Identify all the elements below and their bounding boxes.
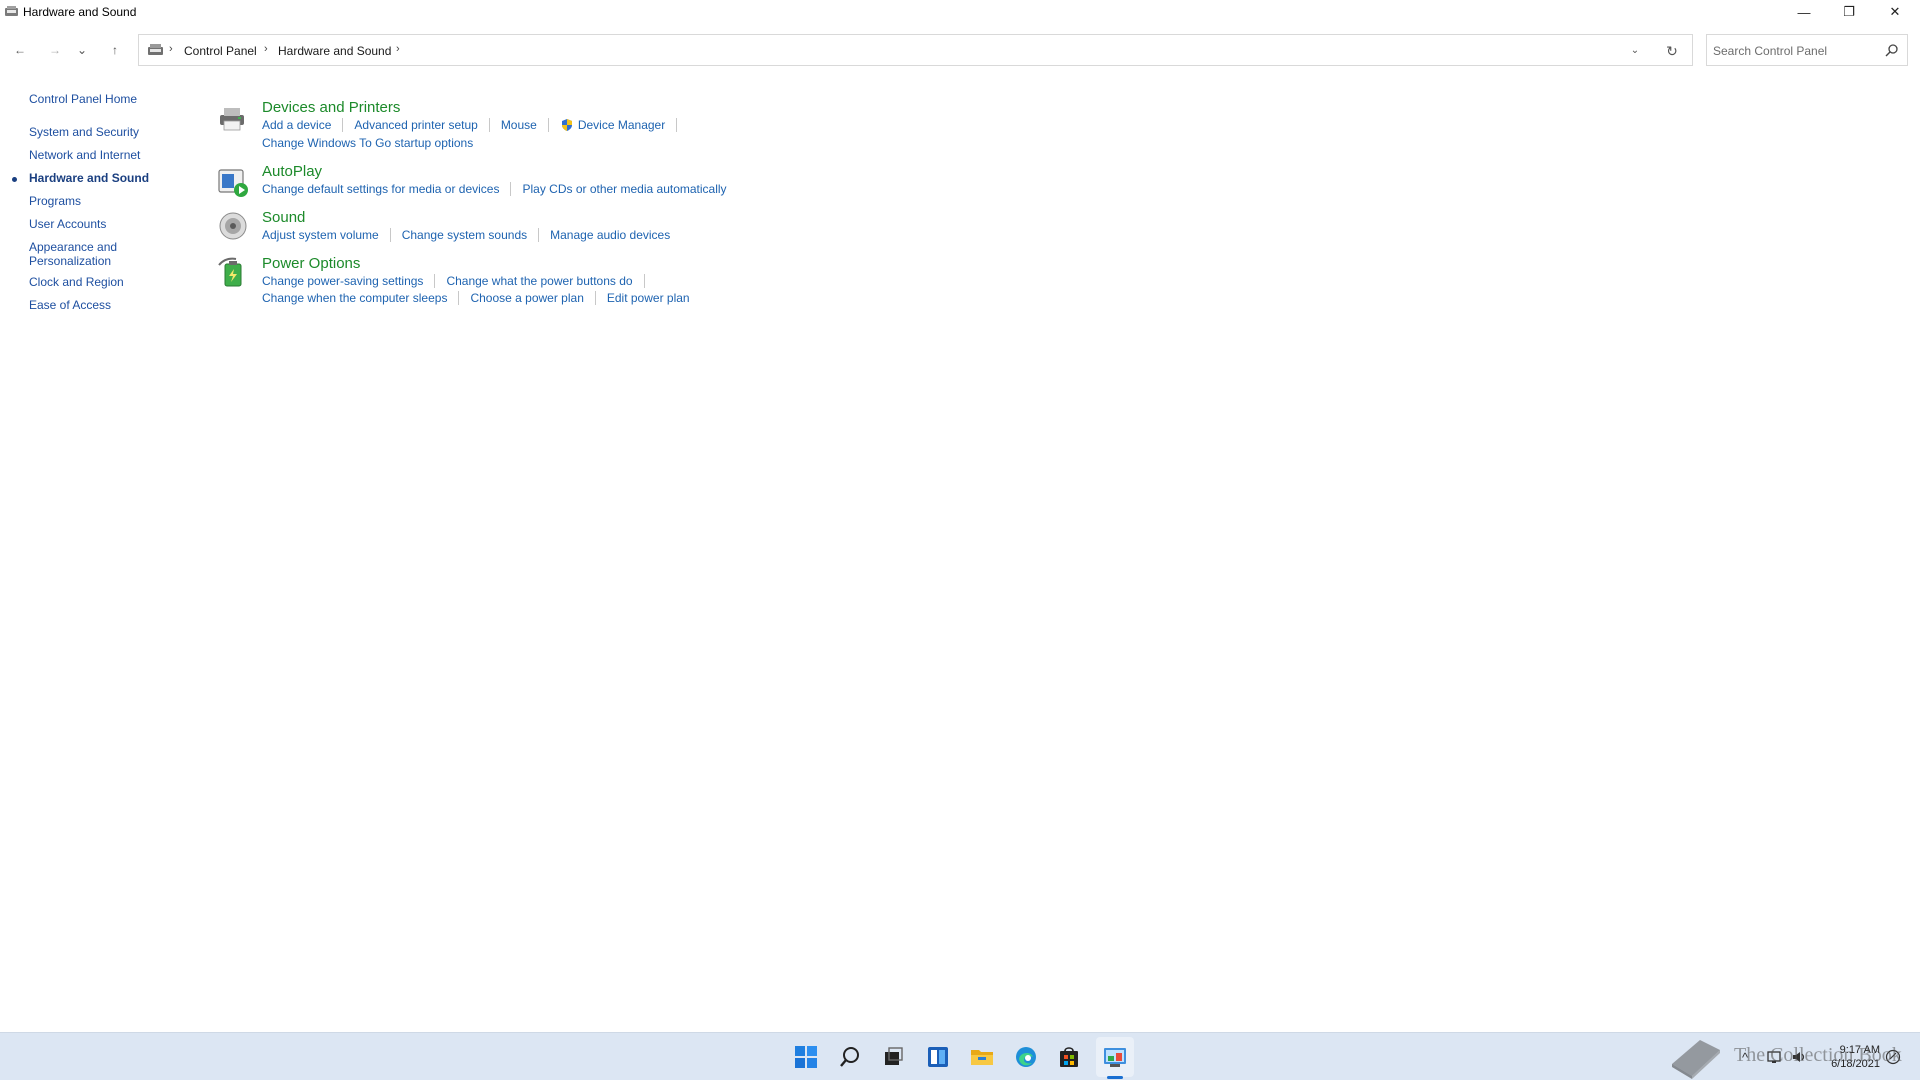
search-box[interactable] — [1706, 34, 1908, 66]
devices-and-printers-title[interactable]: Devices and Printers — [262, 99, 400, 116]
devices-links-row-2: Change Windows To Go startup options — [262, 136, 473, 150]
change-windows-to-go-startup-options-link[interactable]: Change Windows To Go startup options — [262, 136, 473, 150]
uac-shield-icon — [561, 119, 572, 131]
choose-a-power-plan-link[interactable]: Choose a power plan — [470, 291, 583, 305]
link-separator — [434, 274, 436, 288]
maximize-button[interactable]: ❐ — [1826, 0, 1872, 24]
edit-power-plan-link[interactable]: Edit power plan — [607, 291, 690, 305]
control-panel-icon[interactable] — [1099, 1041, 1131, 1073]
link-separator — [342, 118, 344, 132]
change-default-settings-link[interactable]: Change default settings for media or dev… — [262, 182, 499, 196]
recent-locations-button[interactable]: ⌄ — [74, 38, 90, 62]
nav-user-accounts[interactable]: User Accounts — [29, 217, 106, 231]
title-bar: Hardware and Sound — ❐ ✕ — [0, 0, 1920, 24]
widgets-icon[interactable] — [922, 1041, 954, 1073]
nav-programs[interactable]: Programs — [29, 194, 81, 208]
search-icon[interactable] — [834, 1041, 866, 1073]
nav-clock-and-region[interactable]: Clock and Region — [29, 275, 124, 289]
mouse-link[interactable]: Mouse — [501, 118, 537, 132]
taskbar: ^ 9:17 AM 6/18/2021 — [0, 1032, 1920, 1080]
address-bar[interactable]: › Control Panel › Hardware and Sound › ⌄… — [138, 34, 1693, 66]
breadcrumb-separator[interactable]: › — [396, 43, 400, 55]
devices-links-row-1: Add a device Advanced printer setup Mous… — [262, 118, 688, 132]
change-power-buttons-link[interactable]: Change what the power buttons do — [446, 274, 632, 288]
search-icon[interactable] — [1883, 42, 1901, 60]
autoplay-links-row-1: Change default settings for media or dev… — [262, 182, 727, 196]
window-title: Hardware and Sound — [23, 5, 137, 19]
change-power-saving-settings-link[interactable]: Change power-saving settings — [262, 274, 423, 288]
advanced-printer-setup-link[interactable]: Advanced printer setup — [354, 118, 477, 132]
autoplay-title[interactable]: AutoPlay — [262, 163, 322, 180]
sound-title[interactable]: Sound — [262, 209, 305, 226]
book-icon — [1672, 1040, 1720, 1079]
forward-button[interactable]: → — [43, 38, 67, 62]
battery-icon — [218, 257, 242, 287]
sound-links-row-1: Adjust system volume Change system sound… — [262, 228, 670, 242]
nav-appearance-and-personalization-line2[interactable]: Personalization — [29, 254, 111, 268]
nav-hardware-and-sound[interactable]: Hardware and Sound — [29, 171, 149, 185]
minimize-button[interactable]: — — [1781, 0, 1827, 24]
link-separator — [488, 118, 490, 132]
autoplay-icon — [218, 169, 248, 197]
power-links-row-2: Change when the computer sleeps Choose a… — [262, 291, 690, 305]
current-item-bullet — [12, 177, 17, 182]
refresh-button[interactable]: ↻ — [1663, 42, 1681, 60]
link-separator — [676, 118, 678, 132]
change-when-computer-sleeps-link[interactable]: Change when the computer sleeps — [262, 291, 447, 305]
nav-appearance-and-personalization[interactable]: Appearance and — [29, 240, 117, 254]
device-manager-link[interactable]: Device Manager — [578, 118, 665, 132]
search-input[interactable] — [1713, 42, 1873, 60]
start-icon[interactable] — [790, 1041, 822, 1073]
play-cds-automatically-link[interactable]: Play CDs or other media automatically — [522, 182, 726, 196]
file-explorer-icon[interactable] — [966, 1041, 998, 1073]
power-links-row-1: Change power-saving settings Change what… — [262, 274, 656, 288]
edge-icon[interactable] — [1010, 1041, 1042, 1073]
link-separator — [389, 228, 391, 242]
close-button[interactable]: ✕ — [1872, 0, 1918, 24]
link-separator — [538, 228, 540, 242]
control-panel-icon — [148, 44, 163, 55]
breadcrumb-control-panel[interactable]: Control Panel — [184, 44, 257, 58]
link-separator — [510, 182, 512, 196]
power-options-title[interactable]: Power Options — [262, 255, 360, 272]
navigation-bar: ← → ⌄ ↑ › Control Panel › Hardware and S… — [0, 32, 1920, 68]
store-icon[interactable] — [1053, 1041, 1085, 1073]
breadcrumb-separator: › — [169, 43, 173, 55]
watermark-text: The Collection Book — [1734, 1044, 1902, 1066]
address-dropdown-button[interactable]: ⌄ — [1627, 42, 1643, 58]
change-system-sounds-link[interactable]: Change system sounds — [402, 228, 527, 242]
back-button[interactable]: ← — [8, 38, 32, 62]
speaker-icon — [219, 212, 247, 240]
control-panel-home-link[interactable]: Control Panel Home — [29, 92, 137, 106]
manage-audio-devices-link[interactable]: Manage audio devices — [550, 228, 670, 242]
nav-system-and-security[interactable]: System and Security — [29, 125, 139, 139]
adjust-system-volume-link[interactable]: Adjust system volume — [262, 228, 379, 242]
link-separator — [643, 274, 645, 288]
active-app-indicator — [1107, 1076, 1123, 1079]
task-view-icon[interactable] — [877, 1041, 909, 1073]
printer-icon — [220, 108, 244, 131]
nav-network-and-internet[interactable]: Network and Internet — [29, 148, 140, 162]
link-separator — [594, 291, 596, 305]
up-button[interactable]: ↑ — [103, 38, 127, 62]
link-separator — [458, 291, 460, 305]
link-separator — [547, 118, 549, 132]
breadcrumb-separator[interactable]: › — [264, 43, 268, 55]
control-panel-icon — [5, 6, 18, 16]
add-a-device-link[interactable]: Add a device — [262, 118, 331, 132]
watermark: The Collection Book — [1666, 1030, 1906, 1080]
nav-ease-of-access[interactable]: Ease of Access — [29, 298, 111, 312]
breadcrumb-hardware-and-sound[interactable]: Hardware and Sound — [278, 44, 391, 58]
